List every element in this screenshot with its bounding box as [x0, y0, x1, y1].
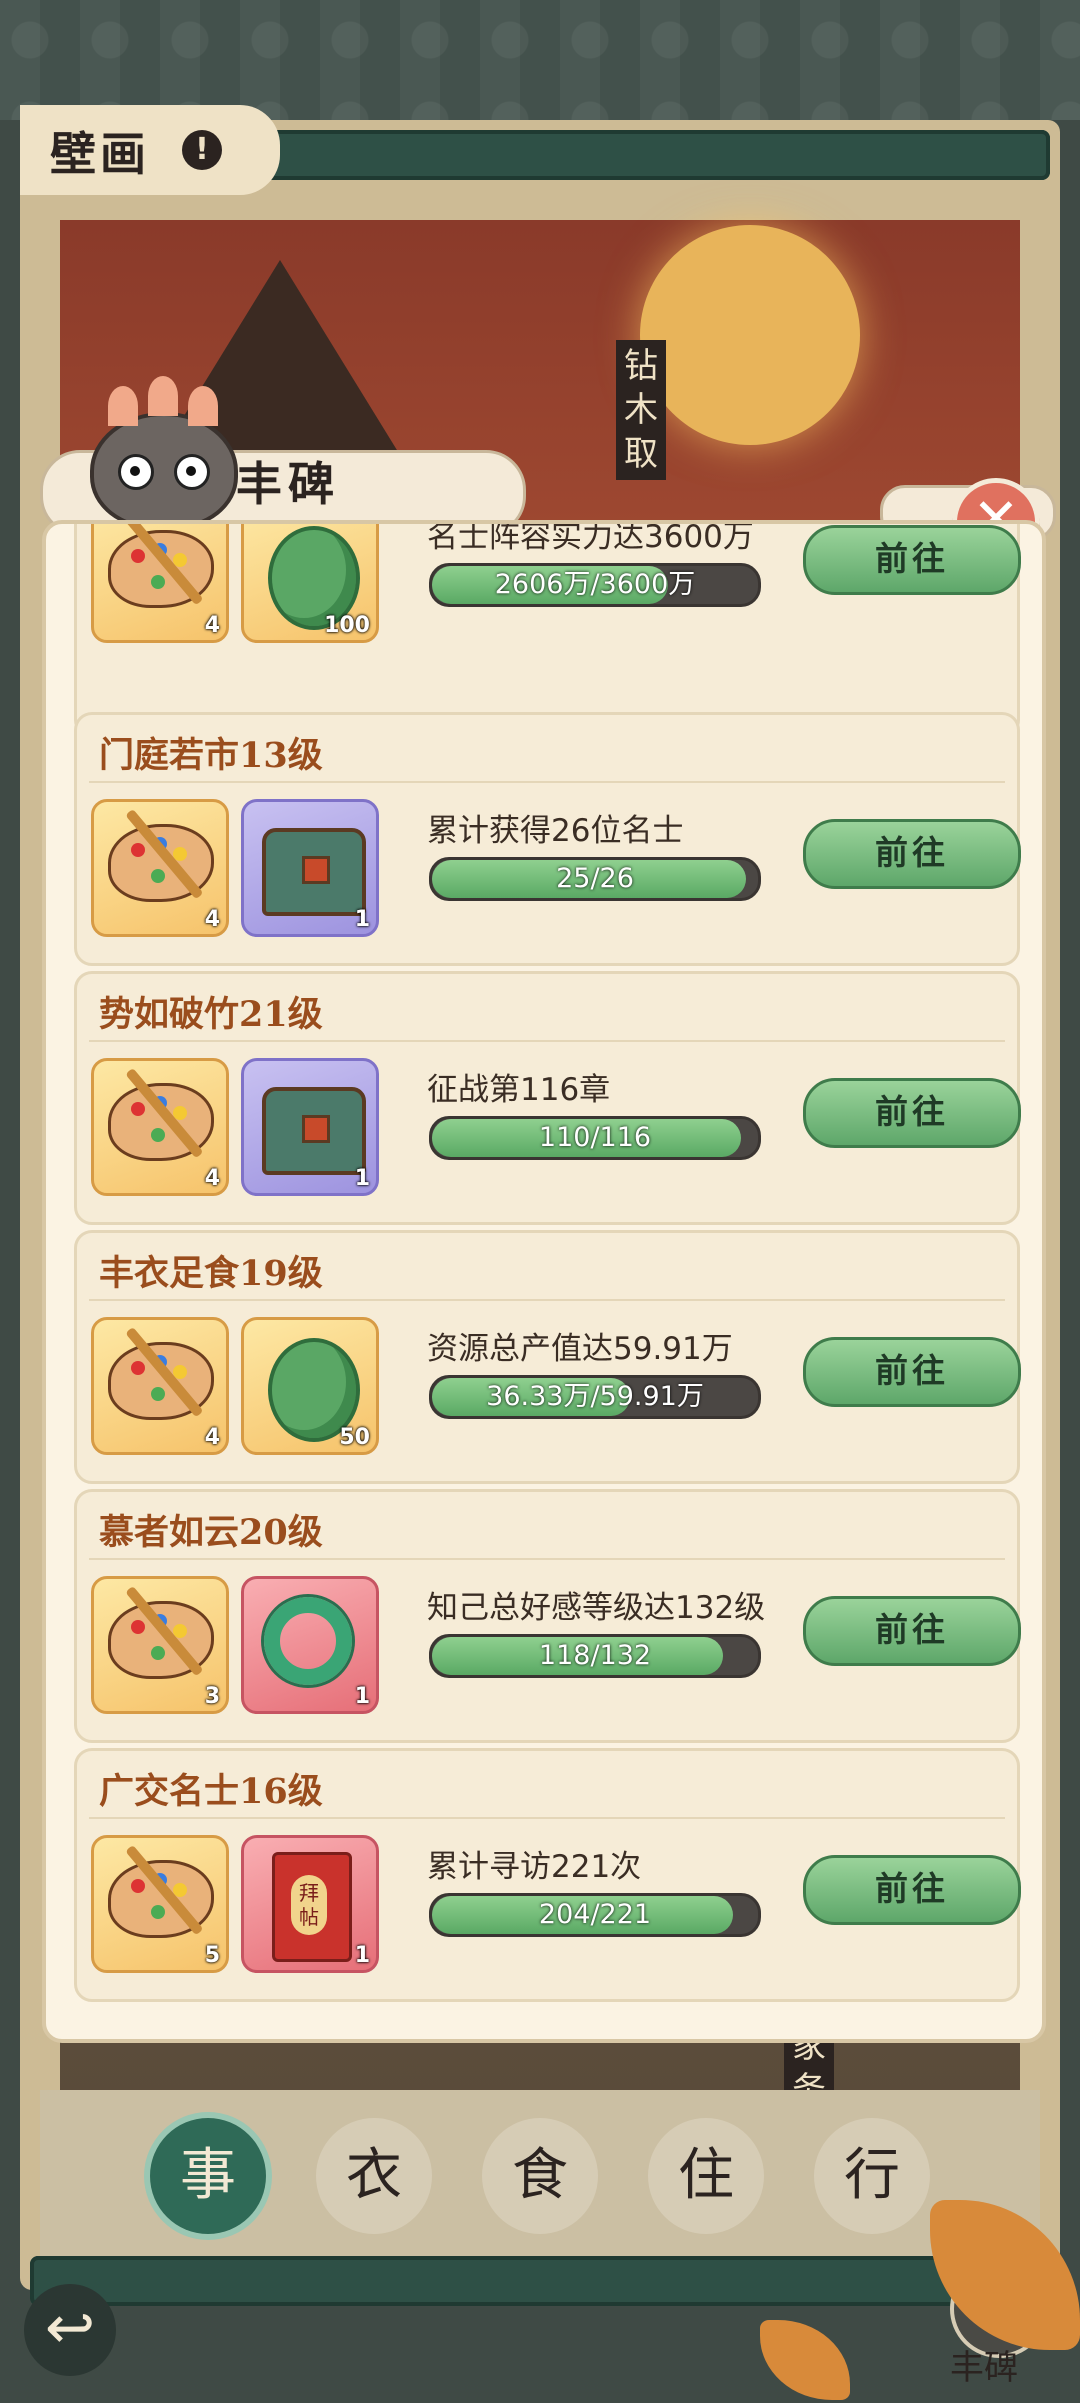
chest-icon: [262, 1087, 366, 1175]
moon-image: [640, 225, 860, 445]
chest-icon: [262, 828, 366, 916]
maple-leaf-decoration: [760, 2320, 850, 2400]
help-icon[interactable]: !: [182, 130, 222, 170]
card-divider: [89, 1817, 1005, 1819]
achievement-name: 广交名士16级: [99, 1771, 323, 1812]
task-description: 知己总好感等级达132级: [427, 1590, 766, 1626]
reward-quantity: 1: [354, 1943, 370, 1968]
reward-quantity: 1: [354, 1684, 370, 1709]
reward-quantity: 5: [204, 1943, 220, 1968]
card-divider: [89, 1299, 1005, 1301]
go-button[interactable]: 前往: [803, 1596, 1021, 1666]
tab-2[interactable]: 衣: [316, 2118, 432, 2234]
reward-slot[interactable]: 4: [91, 799, 229, 937]
back-button[interactable]: ↩: [24, 2284, 116, 2376]
reward-quantity: 1: [354, 907, 370, 932]
reward-quantity: 1: [354, 1166, 370, 1191]
reward-slot[interactable]: 50: [241, 1317, 379, 1455]
go-button[interactable]: 前往: [803, 1337, 1021, 1407]
mascot-horn: [148, 376, 178, 416]
card-divider: [89, 781, 1005, 783]
reward-slot[interactable]: 1: [241, 1835, 379, 1973]
mascot-eye: [118, 454, 154, 490]
mascot-icon: [90, 376, 238, 530]
task-description: 征战第116章: [427, 1072, 611, 1108]
go-button[interactable]: 前往: [803, 525, 1021, 595]
mascot-horn: [108, 386, 138, 426]
mascot-eye: [174, 454, 210, 490]
achievement-name: 慕者如云20级: [99, 1512, 323, 1553]
progress-text: 118/132: [538, 1640, 652, 1671]
achievement-name: 门庭若市13级: [99, 735, 323, 776]
card-divider: [89, 1558, 1005, 1560]
reward-slot[interactable]: 1: [241, 1576, 379, 1714]
achievement-card: 慕者如云20级 3 1 知己总好感等级达132级 118/132 前往: [74, 1489, 1021, 1743]
achievement-panel[interactable]: 4 100 名士阵容实力达3600万 2606万/3600万 前往 门庭若市13级 4 1 累计…: [42, 520, 1046, 2043]
invitation-icon: [272, 1852, 352, 1962]
reward-quantity: 3: [204, 1684, 220, 1709]
progress-text: 204/221: [538, 1899, 652, 1930]
reward-quantity: 100: [324, 613, 370, 638]
progress-bar: 2606万/3600万: [429, 563, 761, 607]
reward-quantity: 4: [204, 1425, 220, 1450]
stele-label[interactable]: 丰碑: [950, 2340, 1018, 2389]
achievement-card: 门庭若市13级 4 1 累计获得26位名士 25/26 前往: [74, 712, 1021, 966]
page-title: 壁画: [50, 127, 150, 181]
reward-quantity: 4: [204, 1166, 220, 1191]
tab-3[interactable]: 食: [482, 2118, 598, 2234]
mural-vertical-label: 钻木取: [616, 340, 666, 480]
go-button[interactable]: 前往: [803, 1855, 1021, 1925]
achievement-card: 丰衣足食19级 4 50 资源总产值达59.91万 36.33万/59.91万 前往: [74, 1230, 1021, 1484]
reward-slot[interactable]: 4: [91, 1317, 229, 1455]
card-divider: [89, 1040, 1005, 1042]
reward-slot[interactable]: 1: [241, 1058, 379, 1196]
task-description: 名士阵容实力达3600万: [427, 520, 754, 555]
progress-text: 110/116: [538, 1122, 652, 1153]
task-description: 资源总产值达59.91万: [427, 1331, 733, 1367]
mascot-horn: [188, 386, 218, 426]
progress-bar: 25/26: [429, 857, 761, 901]
dialog-title: 丰碑: [236, 457, 340, 511]
tab-4[interactable]: 住: [648, 2118, 764, 2234]
scroll-rod-bottom: [30, 2256, 1050, 2306]
task-description: 累计寻访221次: [427, 1849, 642, 1885]
top-pattern: [0, 0, 1080, 120]
progress-bar: 36.33万/59.91万: [429, 1375, 761, 1419]
progress-text: 36.33万/59.91万: [486, 1381, 704, 1412]
reward-slot[interactable]: 3: [91, 1576, 229, 1714]
go-button[interactable]: 前往: [803, 819, 1021, 889]
reward-quantity: 4: [204, 907, 220, 932]
reward-slot[interactable]: 4: [91, 524, 229, 643]
reward-quantity: 4: [204, 613, 220, 638]
reward-slot[interactable]: 5: [91, 1835, 229, 1973]
progress-bar: 110/116: [429, 1116, 761, 1160]
achievement-card: 广交名士16级 5 1 累计寻访221次 204/221 前往: [74, 1748, 1021, 2002]
achievement-name: 势如破竹21级: [99, 994, 323, 1035]
progress-text: 25/26: [556, 863, 634, 894]
task-description: 累计获得26位名士: [427, 813, 684, 849]
achievement-name: 丰衣足食19级: [99, 1253, 323, 1294]
tab-1[interactable]: 事: [150, 2118, 266, 2234]
achievement-card: 势如破竹21级 4 1 征战第116章 110/116 前往: [74, 971, 1021, 1225]
reward-slot[interactable]: 4: [91, 1058, 229, 1196]
progress-bar: 118/132: [429, 1634, 761, 1678]
tab-5[interactable]: 行: [814, 2118, 930, 2234]
reward-quantity: 50: [339, 1425, 370, 1450]
progress-text: 2606万/3600万: [494, 569, 696, 600]
jade-ring-icon: [264, 1597, 352, 1685]
progress-bar: 204/221: [429, 1893, 761, 1937]
reward-slot[interactable]: 1: [241, 799, 379, 937]
reward-slot[interactable]: 100: [241, 524, 379, 643]
go-button[interactable]: 前往: [803, 1078, 1021, 1148]
achievement-card: 4 100 名士阵容实力达3600万 2606万/3600万 前往: [74, 520, 1021, 738]
